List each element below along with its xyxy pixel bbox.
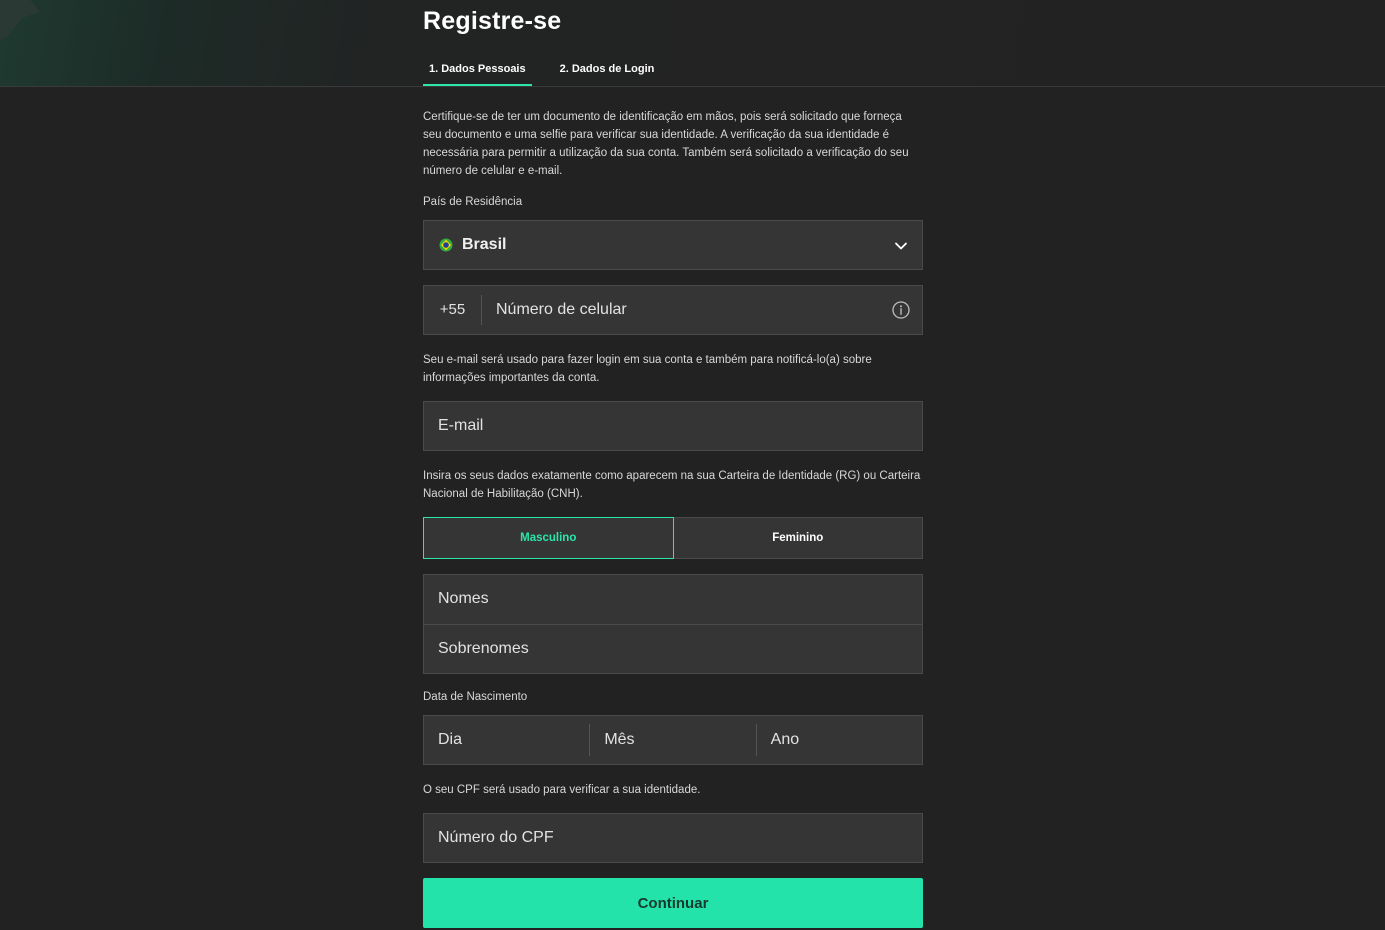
- corner-decoration: [0, 0, 40, 40]
- continue-button[interactable]: Continuar: [423, 878, 923, 928]
- birth-year-input[interactable]: Ano: [771, 716, 799, 764]
- birthdate-label: Data de Nascimento: [423, 691, 528, 703]
- email-input[interactable]: E-mail: [438, 402, 483, 450]
- intro-text: Certifique-se de ter um documento de ide…: [423, 111, 909, 177]
- name-fields: Nomes Sobrenomes: [423, 574, 923, 674]
- chevron-down-icon: [895, 242, 907, 250]
- cpf-input[interactable]: Número do CPF: [438, 814, 554, 862]
- last-name-field[interactable]: Sobrenomes: [424, 624, 922, 674]
- gender-masculino-button[interactable]: Masculino: [423, 517, 674, 559]
- birthdate-fields: Dia Mês Ano: [423, 715, 923, 765]
- phone-divider: [481, 295, 482, 325]
- gender-selector: Masculino Feminino: [423, 517, 923, 559]
- country-label: País de Residência: [423, 196, 523, 208]
- phone-country-code: +55: [439, 301, 466, 318]
- phone-input[interactable]: Número de celular: [496, 286, 627, 334]
- gender-feminino-button[interactable]: Feminino: [673, 517, 923, 559]
- brazil-flag-icon: [439, 238, 453, 252]
- registration-page: Registre-se 1. Dados Pessoais 2. Dados d…: [0, 0, 1385, 930]
- country-value: Brasil: [462, 236, 507, 253]
- cpf-field[interactable]: Número do CPF: [423, 813, 923, 863]
- email-help-text: Seu e-mail será usado para fazer login e…: [423, 354, 872, 384]
- step-tabs: 1. Dados Pessoais 2. Dados de Login: [423, 58, 660, 87]
- email-field[interactable]: E-mail: [423, 401, 923, 451]
- last-name-input[interactable]: Sobrenomes: [438, 625, 529, 673]
- header-band: [0, 0, 1385, 87]
- cpf-help-text: O seu CPF será usado para verificar a su…: [423, 784, 701, 796]
- info-icon[interactable]: [892, 301, 910, 319]
- birth-month-field[interactable]: Mês: [590, 716, 755, 764]
- tab-dados-de-login[interactable]: 2. Dados de Login: [554, 58, 661, 86]
- identity-help-text: Insira os seus dados exatamente como apa…: [423, 470, 921, 500]
- phone-field[interactable]: +55 Número de celular: [423, 285, 923, 335]
- tab-dados-pessoais[interactable]: 1. Dados Pessoais: [423, 58, 532, 86]
- page-title: Registre-se: [423, 7, 562, 35]
- birth-day-input[interactable]: Dia: [438, 716, 462, 764]
- first-name-field[interactable]: Nomes: [424, 575, 922, 624]
- first-name-input[interactable]: Nomes: [438, 575, 489, 623]
- birth-month-input[interactable]: Mês: [604, 716, 634, 764]
- country-select[interactable]: Brasil: [423, 220, 923, 270]
- birth-year-field[interactable]: Ano: [757, 716, 922, 764]
- birth-day-field[interactable]: Dia: [424, 716, 589, 764]
